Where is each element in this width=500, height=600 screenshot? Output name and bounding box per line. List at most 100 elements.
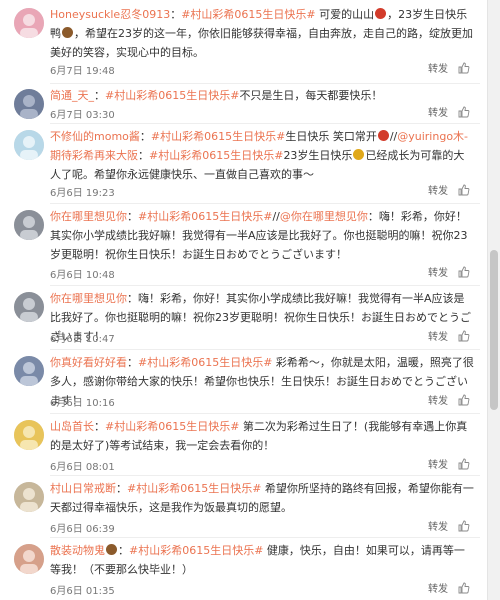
thumbs-up-icon	[458, 184, 470, 195]
hashtag-link[interactable]: #村山彩希0615生日快乐#	[105, 420, 239, 433]
comment-text: 你在哪里想见你：#村山彩希0615生日快乐#//@你在哪里想见你：嗨！彩希，你好…	[50, 207, 474, 264]
comment-item: 你在哪里想见你：#村山彩希0615生日快乐#//@你在哪里想见你：嗨！彩希，你好…	[0, 204, 488, 286]
comment-time: 6月6日 10:47	[50, 334, 115, 345]
repost-button[interactable]: 转发	[428, 60, 448, 75]
user-name-link[interactable]: 山岛首长	[50, 420, 94, 433]
avatar[interactable]	[14, 544, 44, 574]
comment-item: Honeysuckle忍冬0913：#村山彩希0615生日快乐# 可爱的山山 ，2…	[0, 0, 488, 84]
user-name-link[interactable]: 不修仙的momo酱	[50, 130, 140, 143]
like-button[interactable]	[458, 394, 470, 406]
repost-button[interactable]: 转发	[428, 104, 448, 119]
like-button[interactable]	[458, 106, 470, 118]
face-emoji-icon	[106, 544, 117, 555]
comment-actions: 转发	[428, 580, 470, 595]
comment-body: 23岁生日快乐	[283, 149, 353, 162]
separator: ：	[139, 130, 151, 143]
separator: ：	[94, 89, 105, 102]
mention-link[interactable]: @你在哪里想见你	[280, 210, 368, 223]
thumbs-up-icon	[458, 106, 470, 117]
comment-time: 6月6日 06:39	[50, 524, 115, 535]
separator: ：	[127, 356, 138, 369]
user-name-link[interactable]: 简通_天_	[50, 89, 94, 102]
thumbs-up-icon	[458, 582, 470, 593]
hashtag-link[interactable]: #村山彩希0615生日快乐#	[129, 544, 263, 557]
comment-time: 6月7日 19:48	[50, 66, 115, 77]
like-button[interactable]	[458, 266, 470, 278]
comment-body: 生日快乐 笑口常开	[285, 130, 377, 143]
thumbs-up-icon	[458, 520, 470, 531]
cake-emoji-icon	[62, 27, 73, 38]
user-name-link[interactable]: 村山日常戒断	[50, 482, 116, 495]
comment-item: 村山日常戒断：#村山彩希0615生日快乐# 希望你所坚持的路终有回报，希望你能有…	[0, 476, 488, 538]
comment-item: 山岛首长：#村山彩希0615生日快乐# 第二次为彩希过生日了！(我能够有幸遇上你…	[0, 414, 488, 476]
hashtag-link[interactable]: #村山彩希0615生日快乐#	[181, 8, 315, 21]
avatar[interactable]	[14, 8, 44, 38]
comment-body: ：	[138, 149, 149, 162]
avatar[interactable]	[14, 482, 44, 512]
comment-time: 6月6日 19:23	[50, 188, 115, 199]
separator: ：	[116, 482, 127, 495]
comment-time: 6月6日 10:16	[50, 398, 115, 409]
comment-time: 6月6日 01:35	[50, 586, 115, 597]
comment-actions: 转发	[428, 518, 470, 533]
avatar[interactable]	[14, 292, 44, 322]
comment-text: 不修仙的momo酱：#村山彩希0615生日快乐#生日快乐 笑口常开//@yuir…	[50, 127, 474, 184]
like-button[interactable]	[458, 62, 470, 74]
like-button[interactable]	[458, 582, 470, 594]
comment-text: 村山日常戒断：#村山彩希0615生日快乐# 希望你所坚持的路终有回报，希望你能有…	[50, 479, 474, 517]
thumbs-up-icon	[458, 62, 470, 73]
user-name-link[interactable]: 你真好看好好看	[50, 356, 127, 369]
avatar[interactable]	[14, 210, 44, 240]
hashtag-link[interactable]: #村山彩希0615生日快乐#	[138, 210, 272, 223]
comment-text: Honeysuckle忍冬0913：#村山彩希0615生日快乐# 可爱的山山 ，2…	[50, 5, 474, 62]
comment-text: 山岛首长：#村山彩希0615生日快乐# 第二次为彩希过生日了！(我能够有幸遇上你…	[50, 417, 474, 455]
repost-button[interactable]: 转发	[428, 182, 448, 197]
comment-body: ，希望在23岁的这一年，你依旧能够获得幸福，自由奔放，走自己的路，绽放更加美好的…	[50, 27, 473, 59]
scrollbar-thumb[interactable]	[490, 250, 498, 410]
thumbs-up-icon	[458, 458, 470, 469]
separator: ：	[127, 292, 138, 305]
separator: ：	[170, 8, 182, 21]
repost-button[interactable]: 转发	[428, 328, 448, 343]
hashtag-link[interactable]: #村山彩希0615生日快乐#	[127, 482, 261, 495]
hashtag-link[interactable]: #村山彩希0615生日快乐#	[151, 130, 285, 143]
avatar[interactable]	[14, 130, 44, 160]
user-name-link[interactable]: 散装动物鬼	[50, 544, 105, 557]
comment-item: 不修仙的momo酱：#村山彩希0615生日快乐#生日快乐 笑口常开//@yuir…	[0, 124, 488, 204]
sparkle-emoji-icon	[353, 149, 365, 160]
user-name-link[interactable]: 你在哪里想见你	[50, 210, 127, 223]
comment-item: 散装动物鬼 ：#村山彩希0615生日快乐# 健康，快乐，自由！如果可以，请再等一等…	[0, 538, 488, 600]
avatar[interactable]	[14, 420, 44, 450]
hashtag-link[interactable]: #村山彩希0615生日快乐#	[105, 89, 239, 102]
thumbs-up-icon	[458, 394, 470, 405]
thumbs-up-icon	[458, 330, 470, 341]
repost-button[interactable]: 转发	[428, 264, 448, 279]
hashtag-link[interactable]: #村山彩希0615生日快乐#	[149, 149, 283, 162]
avatar[interactable]	[14, 356, 44, 386]
user-name-link[interactable]: 你在哪里想见你	[50, 292, 127, 305]
comment-text: 散装动物鬼 ：#村山彩希0615生日快乐# 健康，快乐，自由！如果可以，请再等一等…	[50, 541, 474, 579]
comment-body: 可爱的山山	[315, 8, 375, 21]
like-button[interactable]	[458, 184, 470, 196]
comment-actions: 转发	[428, 60, 470, 75]
comment-item: 你在哪里想见你：嗨！彩希，你好！其实你小学成绩比我好嘛！我觉得有一半A应该是比我…	[0, 286, 488, 350]
hashtag-link[interactable]: #村山彩希0615生日快乐#	[138, 356, 272, 369]
comment-actions: 转发	[428, 104, 470, 119]
comment-item: 简通_天_：#村山彩希0615生日快乐#不只是生日，每天都要快乐！ 6月7日 0…	[0, 84, 488, 124]
like-button[interactable]	[458, 458, 470, 470]
comment-time: 6月6日 10:48	[50, 270, 115, 281]
like-button[interactable]	[458, 330, 470, 342]
scrollbar[interactable]	[487, 0, 500, 600]
separator: ：	[127, 210, 138, 223]
user-name-link[interactable]: Honeysuckle忍冬0913	[50, 8, 170, 21]
repost-button[interactable]: 转发	[428, 392, 448, 407]
separator: ：	[118, 544, 129, 557]
apple-emoji-icon	[375, 8, 387, 19]
comment-body: //	[272, 210, 280, 223]
avatar[interactable]	[14, 89, 44, 119]
repost-button[interactable]: 转发	[428, 580, 448, 595]
like-button[interactable]	[458, 520, 470, 532]
repost-button[interactable]: 转发	[428, 518, 448, 533]
apple-emoji-icon	[377, 130, 389, 141]
repost-button[interactable]: 转发	[428, 456, 448, 471]
